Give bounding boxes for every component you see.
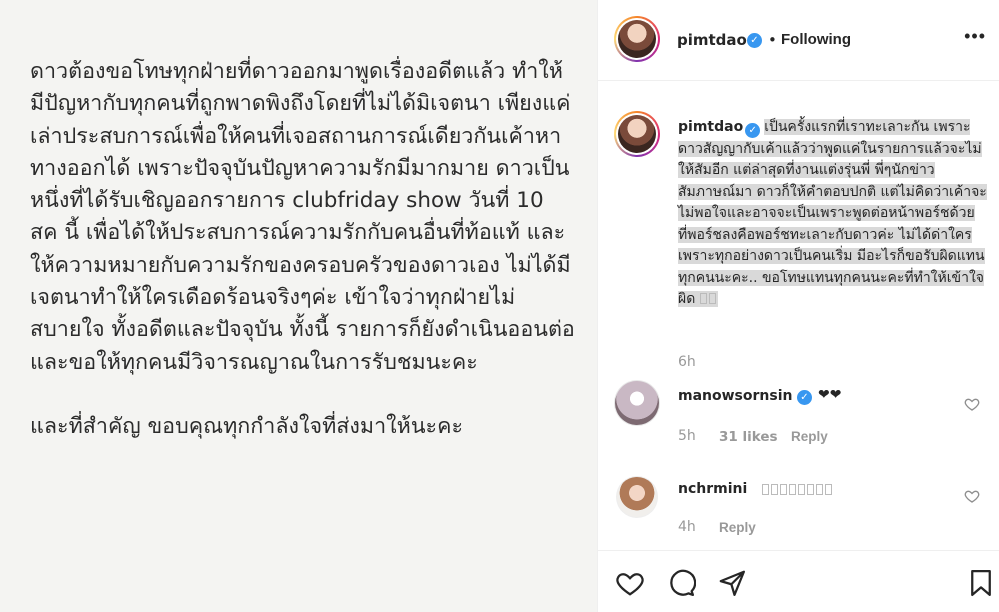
share-icon[interactable] xyxy=(717,568,747,598)
verified-badge-icon: ✓ xyxy=(797,390,812,405)
comment-icon[interactable] xyxy=(666,568,696,598)
comment-likes[interactable]: 31 likes xyxy=(719,429,778,445)
comment-text: ❤❤ xyxy=(818,387,842,403)
avatar-image xyxy=(618,20,656,58)
post-image-text: ดาวต้องขอโทษทุกฝ่ายที่ดาวออกมาพูดเรื่องอ… xyxy=(30,56,575,443)
post-sidebar: pimtdao ✓ • Following ••• pimtdao ✓ เป็นคร… xyxy=(597,0,999,612)
comment-avatar-manowsornsin[interactable] xyxy=(614,380,660,426)
header-separator: • xyxy=(768,31,777,49)
comment-username[interactable]: nchrmini xyxy=(678,481,747,497)
post-image: ดาวต้องขอโทษทุกฝ่ายที่ดาวออกมาพูดเรื่องอ… xyxy=(0,0,597,612)
bookmark-icon[interactable] xyxy=(966,568,996,598)
comment-avatar-image xyxy=(617,477,657,517)
more-options-button[interactable]: ••• xyxy=(964,26,986,47)
avatar[interactable] xyxy=(614,16,660,62)
header-username[interactable]: pimtdao xyxy=(677,31,747,49)
comment-reply-button[interactable]: Reply xyxy=(791,429,828,444)
comment-time[interactable]: 4h xyxy=(678,519,696,535)
comment-time[interactable]: 5h xyxy=(678,428,696,444)
caption-emoji-placeholders xyxy=(695,291,718,307)
comment-like-heart-icon[interactable] xyxy=(964,396,980,412)
comment-avatar-image xyxy=(615,381,659,425)
post-header: pimtdao ✓ • Following ••• xyxy=(598,0,999,81)
post-image-paragraph-1: ดาวต้องขอโทษทุกฝ่ายที่ดาวออกมาพูดเรื่องอ… xyxy=(30,59,575,375)
post-image-paragraph-2: และที่สำคัญ ขอบคุณทุกกำลังใจที่ส่งมาให้น… xyxy=(30,413,464,439)
caption-time[interactable]: 6h xyxy=(678,354,696,370)
caption-avatar[interactable] xyxy=(614,111,660,157)
comment-username[interactable]: manowsornsin xyxy=(678,388,792,404)
caption: pimtdao ✓ เป็นครั้งแรกที่เราทะเลาะกัน เพรา… xyxy=(678,117,988,311)
comment-text-placeholders xyxy=(762,482,834,498)
following-button[interactable]: Following xyxy=(781,31,851,48)
verified-badge-icon: ✓ xyxy=(747,33,762,48)
comment-reply-button[interactable]: Reply xyxy=(719,520,756,535)
comment-like-heart-icon[interactable] xyxy=(964,488,980,504)
caption-avatar-image xyxy=(618,115,656,153)
caption-text: เป็นครั้งแรกที่เราทะเลาะกัน เพราะดาวสัญญ… xyxy=(678,119,987,307)
action-bar xyxy=(598,550,999,612)
heart-icon[interactable] xyxy=(615,568,645,598)
comment-avatar-nchrmini[interactable] xyxy=(616,476,658,518)
caption-username[interactable]: pimtdao xyxy=(678,119,743,135)
verified-badge-icon: ✓ xyxy=(745,123,761,138)
